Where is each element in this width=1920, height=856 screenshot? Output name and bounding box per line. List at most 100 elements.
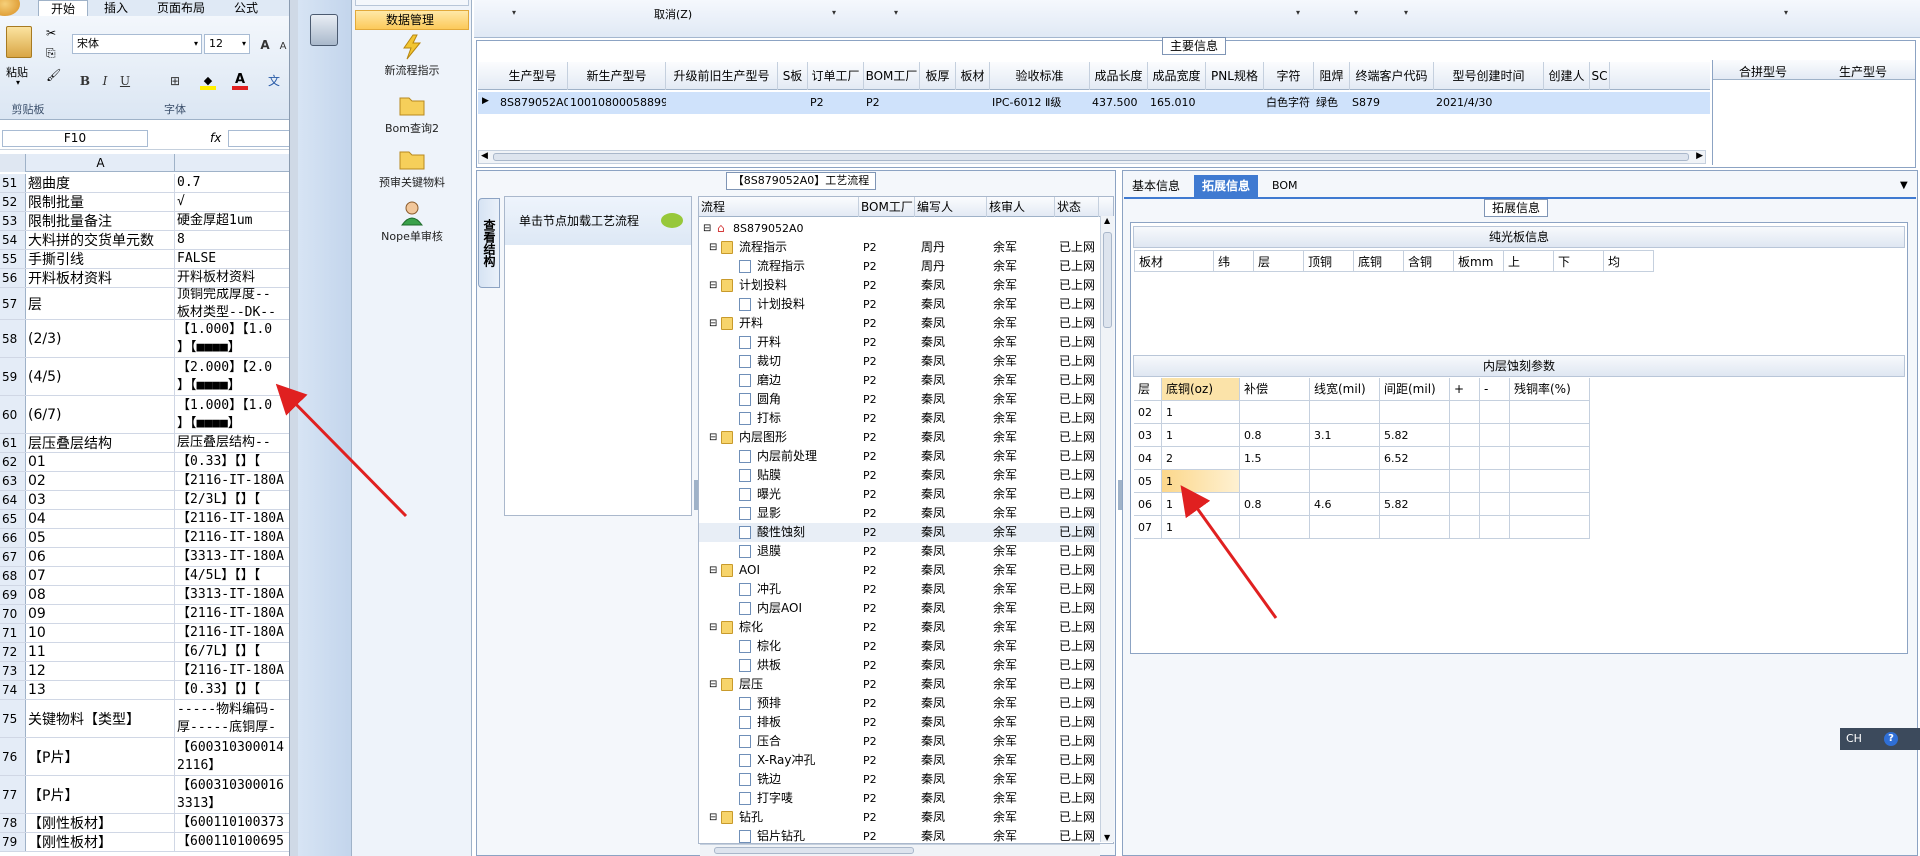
column-header[interactable]: 底铜	[1354, 250, 1404, 272]
row-number[interactable]: 63	[0, 472, 26, 490]
paste-icon[interactable]	[6, 26, 32, 58]
etch-cell[interactable]	[1450, 516, 1480, 539]
row-number[interactable]: 67	[0, 548, 26, 566]
row-number[interactable]: 59	[0, 358, 26, 395]
etch-cell[interactable]	[1310, 401, 1380, 424]
tree-node[interactable]: 冲孔 P2 秦凤 余军 已上网	[699, 580, 1099, 599]
row-number[interactable]: 77	[0, 776, 26, 813]
font-name-select[interactable]: 宋体 ▾	[72, 34, 202, 54]
dropdown-arrow-icon[interactable]: ▾	[832, 8, 836, 17]
grid-cell[interactable]	[1592, 92, 1610, 114]
cell-b[interactable]: 【600310300016 3313】	[176, 776, 289, 813]
help-icon[interactable]: ?	[1884, 732, 1898, 746]
row-number[interactable]: 79	[0, 833, 26, 851]
cell-a[interactable]: 【刚性板材】	[27, 833, 175, 851]
cell-a[interactable]: 03	[27, 491, 175, 509]
column-header[interactable]: 均	[1604, 250, 1654, 272]
cell-b[interactable]: 顶铜完成厚度-- 板材类型--DK--	[176, 288, 289, 319]
cell-a[interactable]: (6/7)	[27, 396, 175, 433]
scroll-thumb[interactable]	[1103, 232, 1112, 328]
etch-cell[interactable]	[1310, 447, 1380, 470]
etch-cell[interactable]: 0.8	[1240, 424, 1310, 447]
cell-a[interactable]: 07	[27, 567, 175, 585]
etch-cell[interactable]	[1380, 401, 1450, 424]
row-number[interactable]: 73	[0, 662, 26, 680]
tab-extended-info[interactable]: 拓展信息	[1194, 175, 1259, 197]
row-number[interactable]: 69	[0, 586, 26, 604]
column-header[interactable]: SC	[1590, 62, 1610, 90]
load-process-hint[interactable]: 单击节点加载工艺流程	[505, 197, 691, 245]
font-size-select[interactable]: 12 ▾	[204, 34, 250, 54]
etch-cell[interactable]: 1	[1162, 493, 1240, 516]
cell-b[interactable]: 【600310300014 2116】	[176, 738, 289, 775]
cell-b[interactable]: 【600110100695	[176, 833, 289, 851]
tree-node[interactable]: X-Ray冲孔 P2 秦凤 余军 已上网	[699, 751, 1099, 770]
column-header[interactable]: 生产型号	[1839, 63, 1887, 80]
underline-button[interactable]: U	[116, 72, 134, 90]
cell-b[interactable]: 【2/3L】【】【	[176, 491, 289, 509]
column-header[interactable]: +	[1450, 378, 1480, 401]
row-number[interactable]: 56	[0, 269, 26, 287]
cell-a[interactable]: 09	[27, 605, 175, 623]
column-header[interactable]: 生产型号	[498, 62, 568, 90]
dropdown-arrow-icon[interactable]: ▾	[1404, 8, 1408, 17]
tree-node[interactable]: 打标 P2 秦凤 余军 已上网	[699, 409, 1099, 428]
cell-b[interactable]: 0.7	[176, 174, 289, 192]
row-number[interactable]: 76	[0, 738, 26, 775]
nav-item-new-flow[interactable]: 新流程指示	[352, 34, 472, 78]
tree-node[interactable]: 烘板 P2 秦凤 余军 已上网	[699, 656, 1099, 675]
row-number[interactable]: 51	[0, 174, 26, 192]
cell-b[interactable]: 【2116-IT-180A	[176, 624, 289, 642]
grid-cell[interactable]	[958, 92, 990, 114]
cell-a[interactable]: 04	[27, 510, 175, 528]
collapse-icon[interactable]: ⊟	[709, 276, 717, 295]
etch-cell[interactable]	[1450, 470, 1480, 493]
copy-icon[interactable]: ⎘	[46, 46, 56, 61]
row-number[interactable]: 70	[0, 605, 26, 623]
column-header[interactable]: S板	[778, 62, 808, 90]
column-header[interactable]: 底铜(oz)	[1162, 378, 1240, 401]
nav-item-data-management[interactable]: 数据管理	[355, 10, 469, 30]
ime-indicator[interactable]: CH ?	[1840, 728, 1920, 750]
column-header[interactable]: 层	[1134, 378, 1162, 401]
collapse-icon[interactable]: ⊟	[709, 428, 717, 447]
etch-cell[interactable]	[1480, 470, 1510, 493]
column-header[interactable]: 下	[1554, 250, 1604, 272]
tree-node[interactable]: 压合 P2 秦凤 余军 已上网	[699, 732, 1099, 751]
row-number[interactable]: 52	[0, 193, 26, 211]
tree-node[interactable]: 预排 P2 秦凤 余军 已上网	[699, 694, 1099, 713]
column-header[interactable]: PNL规格	[1206, 62, 1264, 90]
etch-cell[interactable]	[1510, 401, 1590, 424]
row-number[interactable]: 72	[0, 643, 26, 661]
cell-a[interactable]: 06	[27, 548, 175, 566]
tree-root[interactable]: ⊟ ⌂ 8S879052A0	[699, 219, 1099, 238]
row-number[interactable]: 68	[0, 567, 26, 585]
column-header[interactable]: 升级前旧生产型号	[666, 62, 778, 90]
etch-cell[interactable]: 0.8	[1240, 493, 1310, 516]
row-number[interactable]: 57	[0, 288, 26, 319]
tree-node[interactable]: ⊟ 钻孔 P2 秦凤 余军 已上网	[699, 808, 1099, 827]
panel-menu-icon[interactable]: ▼	[1900, 180, 1908, 191]
cell-a[interactable]: 10	[27, 624, 175, 642]
tree-node[interactable]: 棕化 P2 秦凤 余军 已上网	[699, 637, 1099, 656]
paste-dropdown-icon[interactable]: ▾	[16, 78, 20, 87]
cancel-button[interactable]: 取消(Z)	[654, 6, 692, 22]
tree-node[interactable]: ⊟ 内层图形 P2 秦凤 余军 已上网	[699, 428, 1099, 447]
column-header[interactable]: 纬	[1214, 250, 1254, 272]
etch-cell[interactable]	[1450, 401, 1480, 424]
border-icon[interactable]: ⊞	[166, 72, 184, 90]
tree-vscrollbar[interactable]: ▲ ▼	[1100, 216, 1114, 842]
cell-a[interactable]: 层	[27, 288, 175, 319]
etch-cell[interactable]: 1.5	[1240, 447, 1310, 470]
grid-cell[interactable]: 437.500	[1092, 92, 1148, 114]
cell-a[interactable]: 12	[27, 662, 175, 680]
column-header[interactable]: 残铜率(%)	[1510, 378, 1590, 401]
grow-font-icon[interactable]: A	[256, 36, 274, 54]
etch-cell[interactable]: 1	[1162, 424, 1240, 447]
column-header[interactable]: 线宽(mil)	[1310, 378, 1380, 401]
cell-a[interactable]: 【刚性板材】	[27, 814, 175, 832]
etch-cell[interactable]: 1	[1162, 401, 1240, 424]
cell-a[interactable]: 手撕引线	[27, 250, 175, 268]
row-number[interactable]: 78	[0, 814, 26, 832]
tree-node[interactable]: 裁切 P2 秦凤 余军 已上网	[699, 352, 1099, 371]
